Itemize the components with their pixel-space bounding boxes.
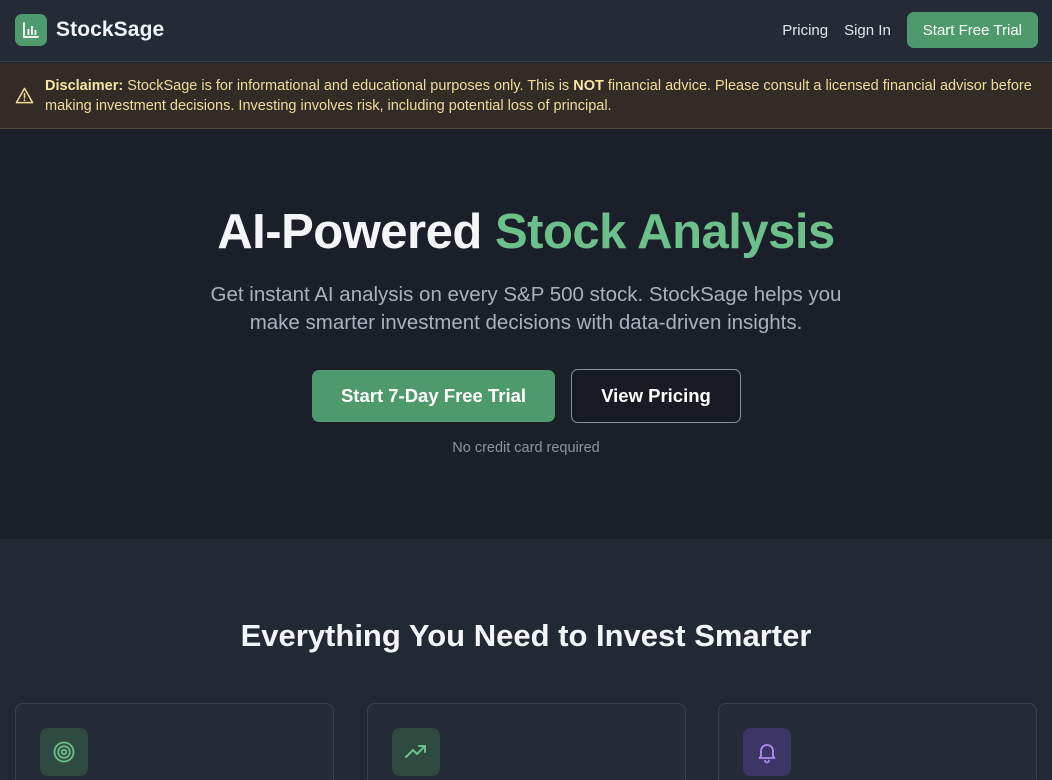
start-trial-button[interactable]: Start 7-Day Free Trial	[312, 370, 555, 422]
disclaimer-label: Disclaimer:	[45, 78, 124, 94]
feature-card	[367, 703, 686, 780]
feature-card	[718, 703, 1037, 780]
disclaimer-body-start: StockSage is for informational and educa…	[127, 78, 570, 94]
nav-link-pricing[interactable]: Pricing	[782, 22, 828, 39]
bar-chart-icon	[15, 14, 47, 46]
disclaimer-text: Disclaimer: StockSage is for information…	[45, 76, 1040, 116]
view-pricing-button[interactable]: View Pricing	[571, 369, 741, 423]
start-free-trial-button[interactable]: Start Free Trial	[906, 12, 1038, 48]
hero-section: AI-Powered Stock Analysis Get instant AI…	[0, 130, 1052, 539]
warning-icon	[15, 86, 34, 105]
features-title: Everything You Need to Invest Smarter	[240, 618, 812, 653]
brand-name: StockSage	[56, 18, 165, 41]
no-credit-card-note: No credit card required	[452, 440, 600, 456]
hero-title-accent: Stock Analysis	[494, 205, 835, 259]
disclaimer-banner: Disclaimer: StockSage is for information…	[0, 63, 1052, 129]
bell-icon	[743, 728, 791, 776]
hero-title: AI-Powered Stock Analysis	[0, 204, 1052, 260]
disclaimer-emphasis: NOT	[573, 78, 604, 94]
features-section: Everything You Need to Invest Smarter	[0, 539, 1052, 780]
nav-actions: Pricing Sign In Start Free Trial	[782, 12, 1038, 48]
nav-link-sign-in[interactable]: Sign In	[844, 22, 891, 39]
feature-card	[15, 703, 334, 780]
hero-title-plain: AI-Powered	[217, 205, 482, 259]
trending-up-icon	[392, 728, 440, 776]
hero-subtitle: Get instant AI analysis on every S&P 500…	[210, 283, 842, 334]
target-icon	[40, 728, 88, 776]
brand[interactable]: StockSage	[15, 14, 164, 46]
landing-page: StockSage Pricing Sign In Start Free Tri…	[0, 0, 1052, 780]
top-navbar: StockSage Pricing Sign In Start Free Tri…	[0, 0, 1052, 62]
